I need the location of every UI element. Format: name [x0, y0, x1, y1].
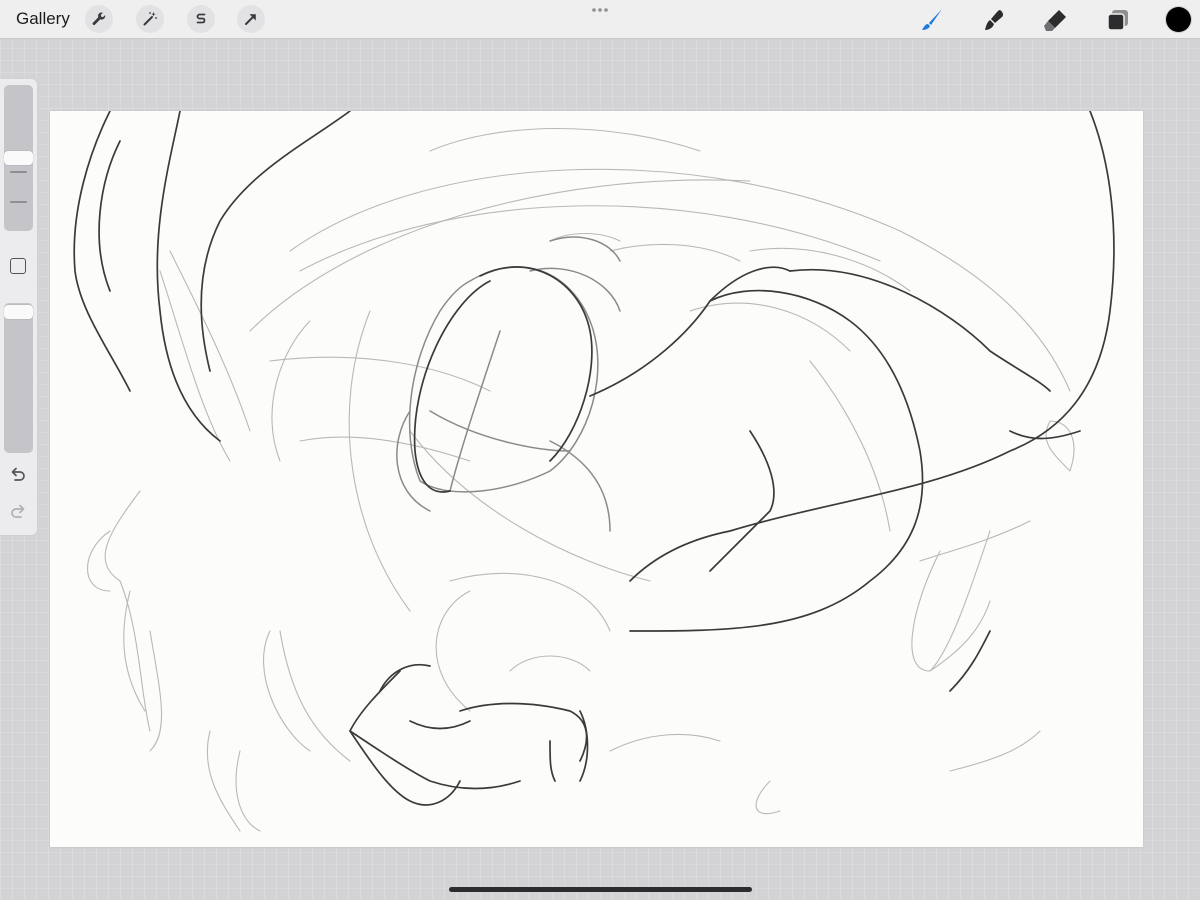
eraser-icon [1044, 10, 1066, 31]
layers-icon [1107, 10, 1128, 31]
sketch-drawing [73, 111, 1115, 832]
brush-size-thumb[interactable] [4, 151, 33, 165]
smudge-tool-button[interactable] [980, 6, 1008, 34]
modify-button[interactable] [10, 258, 26, 274]
layers-button[interactable] [1104, 6, 1132, 34]
brush-tool-button[interactable] [918, 6, 946, 34]
magic-wand-icon [143, 12, 157, 26]
selection-s-icon [196, 13, 206, 24]
eraser-tool-button[interactable] [1042, 6, 1070, 34]
selection-button[interactable] [187, 5, 215, 33]
slider-tick [10, 201, 27, 203]
transform-button[interactable] [237, 5, 265, 33]
wrench-icon [92, 12, 106, 26]
home-indicator[interactable] [449, 887, 752, 892]
color-picker-button[interactable] [1166, 7, 1191, 32]
opacity-slider[interactable] [4, 303, 33, 453]
top-toolbar: Gallery [0, 0, 1200, 39]
brush-icon [922, 9, 942, 30]
opacity-thumb[interactable] [4, 305, 33, 319]
more-options-icon[interactable] [590, 4, 610, 16]
actions-button[interactable] [85, 5, 113, 33]
slider-tick [10, 171, 27, 173]
adjustments-button[interactable] [136, 5, 164, 33]
left-sidebar [0, 78, 38, 536]
brush-size-slider[interactable] [4, 85, 33, 231]
transform-arrow-icon [245, 14, 256, 25]
redo-icon[interactable] [9, 502, 27, 520]
drawing-canvas[interactable] [50, 111, 1143, 847]
undo-icon[interactable] [9, 465, 27, 483]
gallery-button[interactable]: Gallery [16, 9, 70, 29]
smudge-icon [985, 10, 1004, 30]
